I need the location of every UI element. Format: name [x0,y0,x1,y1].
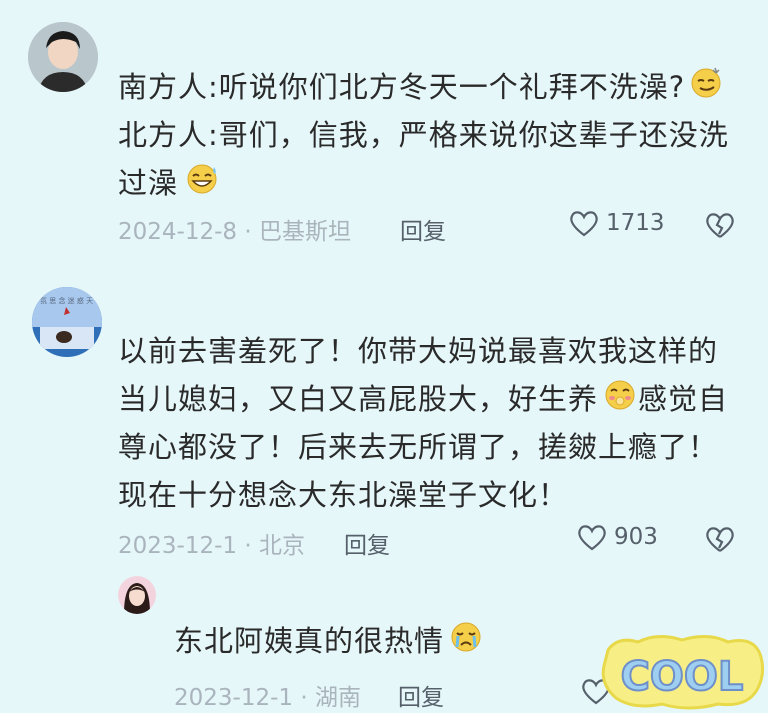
crying-emoji-icon [448,616,484,670]
like-count: 1713 [606,210,665,236]
like-count: 903 [614,524,658,550]
heart-icon [578,525,606,551]
comment-meta: 2024-12-8 · 巴基斯坦 [118,219,351,245]
broken-heart-icon [706,527,734,552]
comment-text: 现在十分想念大东北澡堂子文化！ [118,478,569,512]
broken-heart-icon [706,213,734,238]
reply-text: 东北阿姨真的很热情 [174,614,484,670]
comment-meta: 2023-12-1 · 湖南 [174,685,361,711]
like-button[interactable]: 1713 [568,208,665,238]
avatar[interactable] [28,22,98,92]
svg-text:氛 思 念 迷 惑 天: 氛 思 念 迷 惑 天 [40,296,93,305]
comment-text: 北方人:哥们，信我，严格来说你这辈子还没洗 [118,118,729,152]
comment-text: 过澡 [118,156,222,212]
grin-sweat-emoji-icon [182,158,222,212]
reply-button[interactable]: 回复 [398,678,444,712]
svg-text:COOL: COOL [621,654,744,700]
dislike-button[interactable] [704,524,736,558]
avatar[interactable]: 氛 思 念 迷 惑 天 [32,287,102,357]
comment-text: 以前去害羞死了！你带大妈说最喜欢我这样的 [118,334,719,368]
reply-button[interactable]: 回复 [400,212,446,246]
comment-meta: 2023-12-1 · 北京 [118,533,305,559]
comment-thread: 南方人:听说你们北方冬天一个礼拜不洗澡? 北方人:哥们，信我，严格来说你这辈子还… [0,0,768,713]
cool-sticker: COOL [598,632,766,713]
heart-icon [570,211,598,237]
avatar[interactable] [118,576,156,614]
comment-text: 尊心都没了！后来去无所谓了，搓皴上瘾了！ [118,430,719,464]
dislike-button[interactable] [704,210,736,244]
like-button[interactable]: 903 [576,522,658,552]
reply-button[interactable]: 回复 [344,526,390,560]
